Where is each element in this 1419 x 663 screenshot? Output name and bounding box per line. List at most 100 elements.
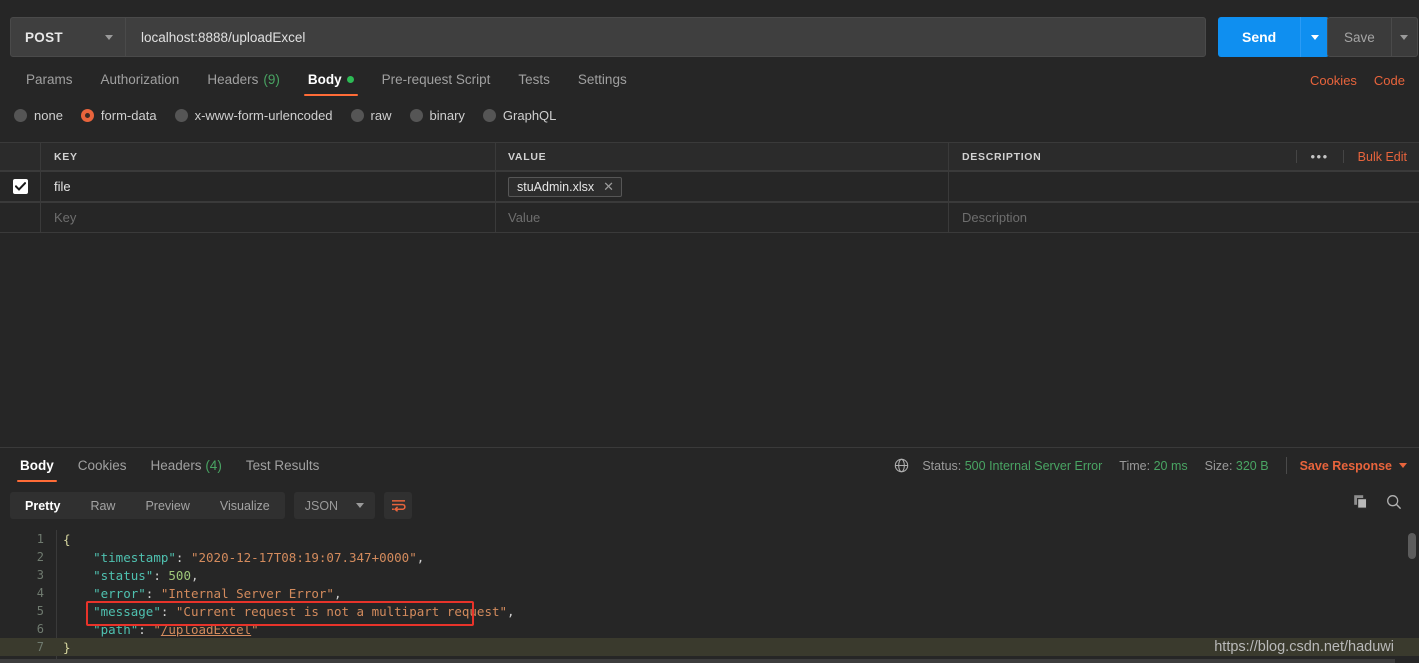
tab-pre-request-script[interactable]: Pre-request Script <box>368 66 505 99</box>
code-token: "Internal Server Error" <box>160 585 334 601</box>
body-type-none[interactable]: none <box>14 108 63 123</box>
code-token: " <box>251 621 259 637</box>
line-number: 2 <box>36 550 44 564</box>
line-number: 3 <box>36 568 44 582</box>
chevron-down-icon <box>356 503 365 508</box>
empty-description-cell[interactable]: Description <box>949 203 1419 232</box>
row-value-cell[interactable]: stuAdmin.xlsx ✕ <box>496 172 949 201</box>
tab-tests[interactable]: Tests <box>504 66 564 99</box>
response-action-icons <box>1353 494 1402 515</box>
tab-headers[interactable]: Headers (9) <box>193 66 294 99</box>
empty-value-cell[interactable]: Value <box>496 203 949 232</box>
code-line: 2 "timestamp": "2020-12-17T08:19:07.347+… <box>0 548 1419 566</box>
line-number: 7 <box>36 640 44 654</box>
response-body-code[interactable]: 1{2 "timestamp": "2020-12-17T08:19:07.34… <box>0 530 1419 663</box>
response-tab-test-results[interactable]: Test Results <box>234 452 332 485</box>
header-description-label: DESCRIPTION <box>962 150 1042 163</box>
save-response-button[interactable]: Save Response <box>1300 459 1407 473</box>
row-checkbox-cell <box>0 172 41 201</box>
bulk-edit-button[interactable]: Bulk Edit <box>1344 150 1407 164</box>
request-url-bar: POST localhost:8888/uploadExcel Send Sav… <box>0 0 1419 66</box>
save-button[interactable]: Save <box>1327 17 1391 57</box>
response-vertical-scrollbar[interactable] <box>1408 530 1416 663</box>
tab-label: Tests <box>518 72 550 87</box>
status-value: 500 Internal Server Error <box>964 458 1103 473</box>
save-options-button[interactable] <box>1390 17 1418 57</box>
body-type-x-www-form-urlencoded[interactable]: x-www-form-urlencoded <box>174 108 333 123</box>
chevron-down-icon <box>105 34 113 40</box>
body-type-raw[interactable]: raw <box>350 108 392 123</box>
send-button[interactable]: Send <box>1218 17 1301 57</box>
checkmark-icon <box>14 182 26 191</box>
scrollbar-thumb[interactable] <box>1408 533 1416 559</box>
more-options-icon[interactable]: ••• <box>1295 150 1344 163</box>
response-tab-label: Headers <box>150 458 202 473</box>
row-key-cell[interactable]: file <box>41 172 496 201</box>
table-header-actions: ••• Bulk Edit <box>1295 143 1407 170</box>
code-line: 1{ <box>0 530 1419 548</box>
body-type-form-data[interactable]: form-data <box>80 108 157 123</box>
code-token: , <box>416 549 425 565</box>
format-tab-pretty[interactable]: Pretty <box>10 492 75 519</box>
tab-settings[interactable]: Settings <box>564 66 641 99</box>
tab-label: Pre-request Script <box>381 72 491 87</box>
response-tab-label: Cookies <box>77 458 127 473</box>
format-tab-visualize[interactable]: Visualize <box>205 492 285 519</box>
code-token: "path" <box>93 621 139 637</box>
code-token: : <box>160 603 176 619</box>
http-method-dropdown[interactable]: POST <box>11 18 126 56</box>
description-placeholder: Description <box>962 210 1028 225</box>
save-button-group: Save <box>1327 17 1418 57</box>
tab-authorization[interactable]: Authorization <box>87 66 194 99</box>
header-checkbox-cell <box>0 143 41 170</box>
send-options-button[interactable] <box>1300 17 1330 57</box>
response-language-select[interactable]: JSON <box>293 492 376 519</box>
response-tab-headers[interactable]: Headers (4) <box>139 452 234 485</box>
response-format-tabs: Pretty Raw Preview Visualize <box>10 492 285 519</box>
search-icon[interactable] <box>1386 494 1402 515</box>
cookies-link[interactable]: Cookies <box>1310 73 1357 88</box>
url-input[interactable]: localhost:8888/uploadExcel <box>126 18 1205 56</box>
format-tab-raw[interactable]: Raw <box>75 492 130 519</box>
code-line-text: "timestamp": "2020-12-17T08:19:07.347+00… <box>44 550 424 565</box>
code-link[interactable]: Code <box>1374 73 1405 88</box>
response-tab-body[interactable]: Body <box>8 452 66 485</box>
header-value-label: VALUE <box>508 150 547 163</box>
code-token: /uploadExcel <box>160 621 252 637</box>
save-response-label: Save Response <box>1299 458 1392 473</box>
file-name: stuAdmin.xlsx <box>517 179 595 194</box>
size-info: Size: 320 B <box>1205 459 1269 473</box>
response-horizontal-scrollbar[interactable] <box>0 659 1395 663</box>
header-key-label: KEY <box>54 150 78 163</box>
form-data-table: KEY VALUE DESCRIPTION ••• Bulk Edit file… <box>0 142 1419 233</box>
copy-icon[interactable] <box>1353 494 1369 515</box>
send-button-group: Send <box>1218 17 1330 57</box>
format-tab-preview[interactable]: Preview <box>130 492 204 519</box>
code-line: 7} <box>0 638 1419 656</box>
body-type-graphql[interactable]: GraphQL <box>482 108 556 123</box>
code-line-text: "message": "Current request is not a mul… <box>44 603 515 619</box>
row-enabled-checkbox[interactable] <box>12 179 28 194</box>
response-tab-count: (4) <box>201 458 222 473</box>
value-placeholder: Value <box>508 210 541 225</box>
code-token: } <box>63 639 71 655</box>
response-tab-cookies[interactable]: Cookies <box>66 452 139 485</box>
code-token: , <box>507 603 515 619</box>
empty-key-cell[interactable]: Key <box>41 203 496 232</box>
row-description-cell[interactable] <box>949 172 1419 201</box>
code-line-text: "error": "Internal Server Error", <box>44 586 341 601</box>
code-line: 4 "error": "Internal Server Error", <box>0 584 1419 602</box>
body-type-label: x-www-form-urlencoded <box>194 108 333 123</box>
body-type-binary[interactable]: binary <box>409 108 465 123</box>
tab-body[interactable]: Body <box>294 66 368 99</box>
network-globe-icon[interactable] <box>894 458 909 473</box>
close-icon[interactable]: ✕ <box>603 180 614 193</box>
body-type-label: raw <box>370 108 392 123</box>
wrap-lines-button[interactable] <box>384 492 413 519</box>
table-row: file stuAdmin.xlsx ✕ <box>0 171 1419 202</box>
tab-params[interactable]: Params <box>12 66 87 99</box>
radio-icon <box>482 109 496 122</box>
status-label: Status: <box>922 458 962 473</box>
tab-label: Settings <box>577 72 627 87</box>
tab-label: Body <box>307 72 342 87</box>
